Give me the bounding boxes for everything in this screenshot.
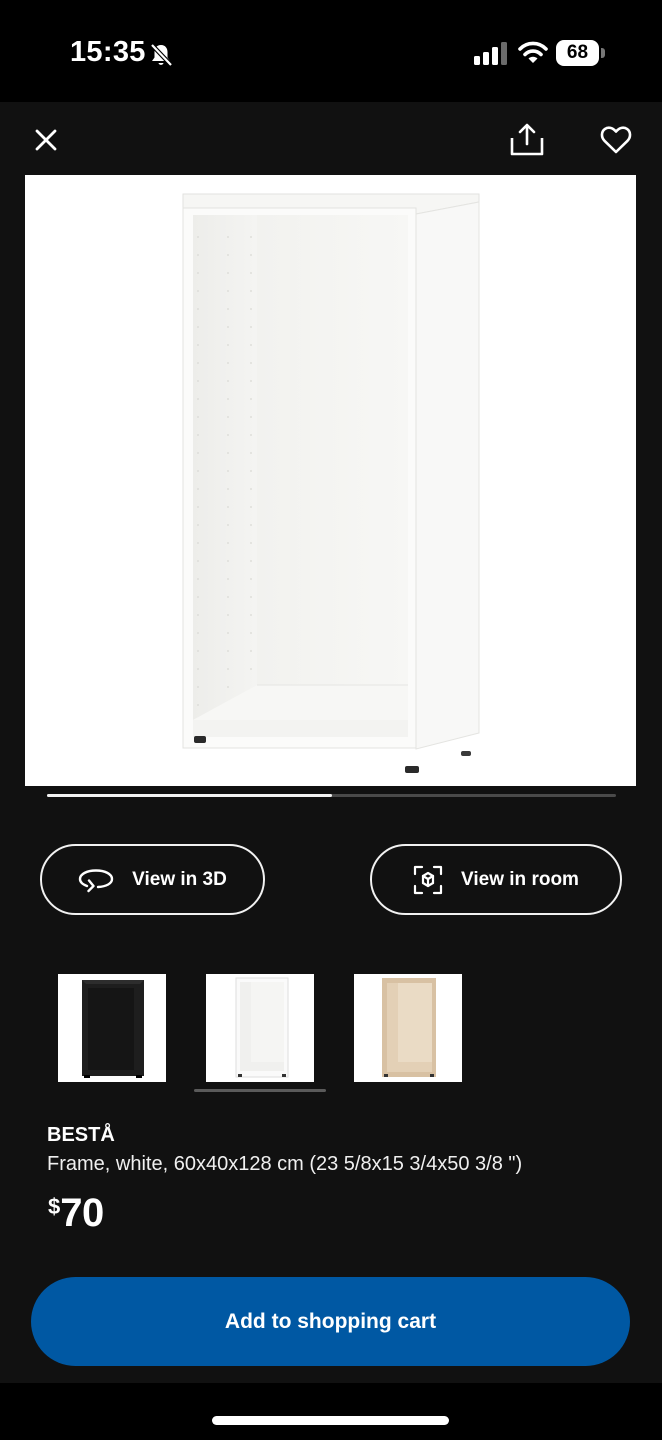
rotate-3d-icon: [78, 868, 114, 892]
view-in-room-label: View in room: [461, 868, 579, 890]
view-in-3d-button[interactable]: View in 3D: [40, 844, 265, 915]
variant-black-thumbnail: [82, 980, 144, 1078]
battery-level: 68: [566, 42, 589, 63]
variant-swatch-oak[interactable]: [354, 974, 462, 1082]
besta-frame-illustration: [182, 193, 480, 773]
heart-icon: [600, 126, 632, 154]
variant-swatch-white[interactable]: [206, 974, 314, 1082]
home-indicator[interactable]: [212, 1416, 449, 1425]
product-name: BESTÅ: [47, 1124, 115, 1146]
battery-cap: [601, 48, 605, 58]
price-value: 70: [60, 1191, 104, 1235]
selected-variant-indicator: [194, 1089, 326, 1092]
variant-white-thumbnail: [235, 977, 289, 1078]
share-button[interactable]: [505, 118, 549, 162]
signal-icon: [474, 42, 508, 66]
add-to-cart-label: Add to shopping cart: [224, 1309, 437, 1333]
ar-view-icon: [413, 865, 443, 894]
product-detail-screen: View in 3D View in room BESTÅ Frame, whi…: [0, 102, 662, 1383]
product-price: $ 70: [48, 1190, 104, 1236]
view-in-3d-label: View in 3D: [132, 868, 227, 890]
share-icon: [510, 123, 544, 156]
price-currency: $: [48, 1194, 61, 1219]
close-icon: [35, 129, 57, 151]
bell-muted-icon: [148, 42, 174, 68]
image-carousel-progress: [47, 794, 616, 797]
variant-swatch-black[interactable]: [58, 974, 166, 1082]
product-description: Frame, white, 60x40x128 cm (23 5/8x15 3/…: [47, 1153, 523, 1175]
battery-icon: 68: [556, 40, 605, 66]
status-bar: 15:35 68: [0, 0, 662, 102]
favorite-button[interactable]: [594, 118, 638, 162]
status-time: 15:35: [70, 36, 146, 68]
variant-oak-thumbnail: [382, 978, 436, 1077]
view-in-room-button[interactable]: View in room: [370, 844, 622, 915]
product-image[interactable]: [25, 175, 636, 786]
add-to-cart-button[interactable]: Add to shopping cart: [31, 1277, 630, 1366]
wifi-icon: [518, 40, 548, 66]
close-button[interactable]: [26, 120, 66, 160]
image-carousel-progress-fill: [47, 794, 332, 797]
